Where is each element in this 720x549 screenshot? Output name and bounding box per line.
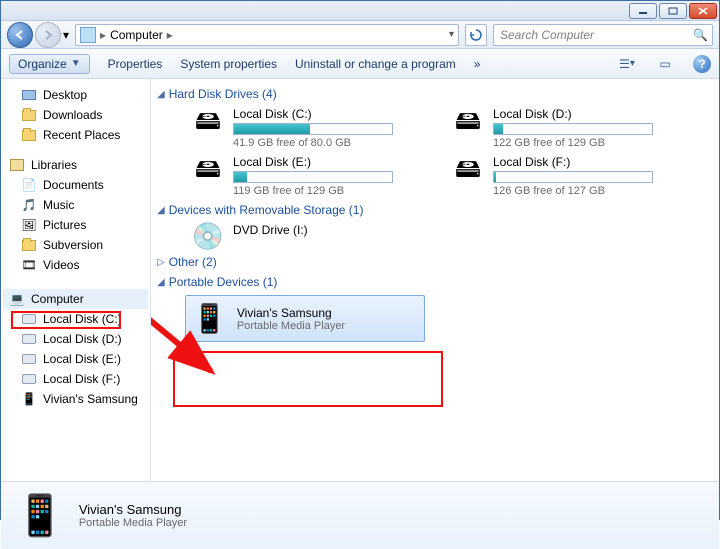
- collapse-icon: ◢: [157, 205, 165, 216]
- sidebar-subversion[interactable]: Subversion: [3, 235, 148, 255]
- expand-icon: ▷: [157, 257, 165, 268]
- sidebar-downloads[interactable]: Downloads: [3, 105, 148, 125]
- command-bar: Organize▼ Properties System properties U…: [1, 49, 719, 79]
- forward-button[interactable]: [35, 22, 61, 48]
- address-more[interactable]: ▾: [449, 29, 454, 40]
- toolbar-uninstall[interactable]: Uninstall or change a program: [295, 57, 456, 71]
- breadcrumb-sep: ▸: [167, 28, 173, 42]
- details-subtitle: Portable Media Player: [79, 517, 187, 529]
- dvd-drive[interactable]: 💿DVD Drive (I:): [191, 223, 411, 249]
- sidebar-vivians-samsung[interactable]: 📱Vivian's Samsung: [3, 389, 148, 409]
- sidebar-libraries[interactable]: Libraries: [3, 155, 148, 175]
- media-player-icon: 📱: [15, 492, 65, 539]
- highlight-annotation: [173, 351, 443, 407]
- breadcrumb-sep: ▸: [100, 28, 106, 42]
- portable-device-samsung[interactable]: 📱 Vivian's SamsungPortable Media Player: [185, 295, 425, 342]
- sidebar-documents[interactable]: 📄Documents: [3, 175, 148, 195]
- search-box[interactable]: Search Computer 🔍: [493, 24, 713, 46]
- navigation-pane: Desktop Downloads Recent Places Librarie…: [1, 79, 151, 481]
- details-pane: 📱 Vivian's Samsung Portable Media Player: [1, 481, 719, 549]
- sidebar-videos[interactable]: 🎞Videos: [3, 255, 148, 275]
- maximize-button[interactable]: [659, 3, 687, 19]
- details-title: Vivian's Samsung: [79, 502, 187, 517]
- sidebar-drive-e[interactable]: Local Disk (E:): [3, 349, 148, 369]
- section-other[interactable]: ▷Other (2): [157, 255, 709, 269]
- preview-pane-toggle[interactable]: ▭: [655, 55, 675, 73]
- toolbar-more[interactable]: »: [474, 57, 481, 71]
- back-button[interactable]: [7, 22, 33, 48]
- sidebar-recent-places[interactable]: Recent Places: [3, 125, 148, 145]
- address-bar[interactable]: ▸ Computer ▸ ▾: [75, 24, 459, 46]
- view-options[interactable]: ☰▾: [617, 55, 637, 73]
- drive-icon: 🖴: [451, 155, 485, 197]
- sidebar-computer[interactable]: 💻Computer: [3, 289, 148, 309]
- collapse-icon: ◢: [157, 89, 165, 100]
- drive-c[interactable]: 🖴Local Disk (C:)41.9 GB free of 80.0 GB: [191, 107, 411, 149]
- drive-icon: 🖴: [191, 155, 225, 197]
- minimize-button[interactable]: [629, 3, 657, 19]
- section-removable[interactable]: ◢Devices with Removable Storage (1): [157, 203, 709, 217]
- sidebar-drive-c[interactable]: Local Disk (C:): [3, 309, 148, 329]
- sidebar-music[interactable]: 🎵Music: [3, 195, 148, 215]
- media-player-icon: 📱: [192, 302, 227, 335]
- toolbar-system-properties[interactable]: System properties: [180, 57, 277, 71]
- computer-icon: [80, 27, 96, 43]
- refresh-button[interactable]: [465, 24, 487, 46]
- drive-e[interactable]: 🖴Local Disk (E:)119 GB free of 129 GB: [191, 155, 411, 197]
- search-placeholder: Search Computer: [500, 28, 594, 42]
- section-portable[interactable]: ◢Portable Devices (1): [157, 275, 709, 289]
- close-button[interactable]: [689, 3, 717, 19]
- breadcrumb-computer[interactable]: Computer: [110, 28, 163, 42]
- drive-icon: 🖴: [451, 107, 485, 149]
- section-hdd[interactable]: ◢Hard Disk Drives (4): [157, 87, 709, 101]
- drive-icon: 🖴: [191, 107, 225, 149]
- content-pane: ◢Hard Disk Drives (4) 🖴Local Disk (C:)41…: [151, 79, 719, 481]
- drive-f[interactable]: 🖴Local Disk (F:)126 GB free of 127 GB: [451, 155, 671, 197]
- toolbar-properties[interactable]: Properties: [108, 57, 163, 71]
- history-dropdown[interactable]: ▾: [63, 28, 69, 42]
- sidebar-pictures[interactable]: 🖼Pictures: [3, 215, 148, 235]
- sidebar-drive-d[interactable]: Local Disk (D:): [3, 329, 148, 349]
- help-button[interactable]: ?: [693, 55, 711, 73]
- navigation-bar: ▾ ▸ Computer ▸ ▾ Search Computer 🔍: [1, 21, 719, 49]
- dvd-icon: 💿: [191, 223, 225, 249]
- collapse-icon: ◢: [157, 277, 165, 288]
- chevron-down-icon: ▼: [71, 58, 81, 69]
- window-titlebar: [1, 1, 719, 21]
- drive-d[interactable]: 🖴Local Disk (D:)122 GB free of 129 GB: [451, 107, 671, 149]
- organize-menu[interactable]: Organize▼: [9, 54, 90, 74]
- sidebar-drive-f[interactable]: Local Disk (F:): [3, 369, 148, 389]
- search-icon: 🔍: [693, 28, 708, 42]
- sidebar-desktop[interactable]: Desktop: [3, 85, 148, 105]
